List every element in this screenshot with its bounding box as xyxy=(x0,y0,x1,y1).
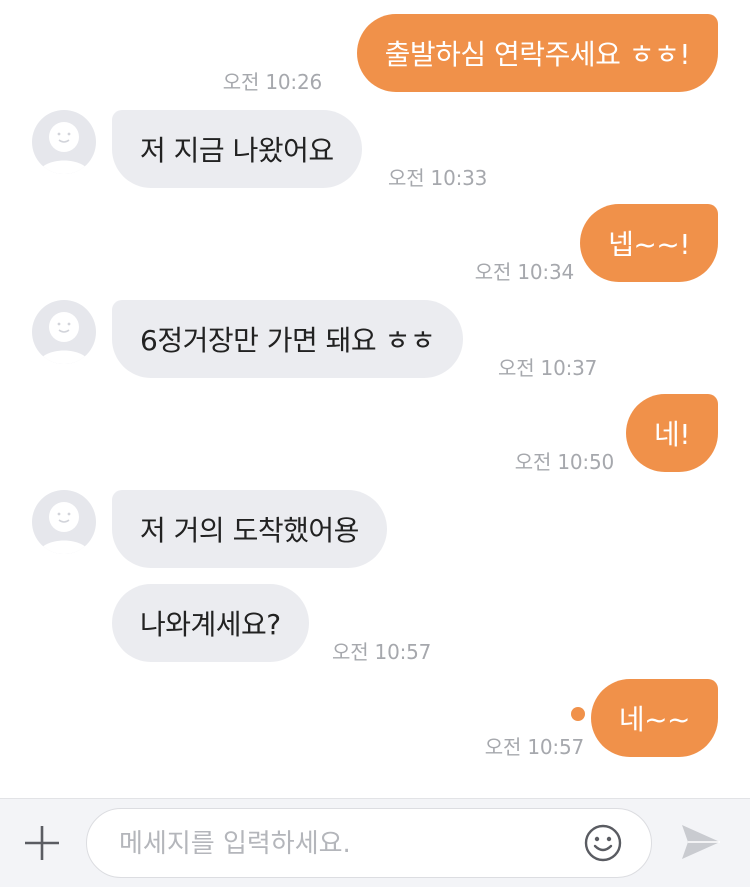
plus-icon xyxy=(25,826,59,860)
default-profile-icon xyxy=(38,502,90,554)
message-input-container[interactable] xyxy=(86,808,652,879)
message-timestamp: 오전 10:57 xyxy=(332,640,432,664)
message-composer xyxy=(0,798,750,887)
avatar[interactable] xyxy=(32,110,96,174)
chat-thread: 출발하심 연락주세요 ㅎㅎ! 오전 10:26 저 지금 나왔어요 오전 10:… xyxy=(0,0,750,798)
avatar[interactable] xyxy=(32,490,96,554)
emoji-button[interactable] xyxy=(583,823,623,863)
message-bubble-outgoing[interactable]: 출발하심 연락주세요 ㅎㅎ! xyxy=(356,14,718,92)
message-bubble-incoming[interactable]: 6정거장만 가면 돼요 ㅎㅎ xyxy=(112,300,464,378)
message-timestamp: 오전 10:57 xyxy=(484,735,584,759)
message-bubble-incoming[interactable]: 저 거의 도착했어용 xyxy=(112,490,387,568)
send-button[interactable] xyxy=(678,821,724,863)
smiley-icon xyxy=(584,824,622,862)
message-timestamp: 오전 10:37 xyxy=(498,356,598,380)
message-bubble-outgoing[interactable]: 네! xyxy=(626,394,718,472)
message-timestamp: 오전 10:26 xyxy=(222,70,322,94)
attach-button[interactable] xyxy=(22,823,62,863)
avatar[interactable] xyxy=(32,300,96,364)
message-timestamp: 오전 10:50 xyxy=(514,450,614,474)
message-bubble-incoming[interactable]: 저 지금 나왔어요 xyxy=(112,110,362,188)
message-timestamp: 오전 10:34 xyxy=(474,260,574,284)
message-bubble-incoming[interactable]: 나와계세요? xyxy=(112,584,309,662)
send-icon xyxy=(682,825,720,859)
message-bubble-outgoing[interactable]: 넵~~! xyxy=(580,204,718,282)
message-input[interactable] xyxy=(117,809,561,879)
default-profile-icon xyxy=(38,312,90,364)
message-timestamp: 오전 10:33 xyxy=(388,166,488,190)
message-bubble-outgoing[interactable]: 네~~ xyxy=(590,679,718,757)
unread-indicator xyxy=(571,707,585,721)
default-profile-icon xyxy=(38,122,90,174)
